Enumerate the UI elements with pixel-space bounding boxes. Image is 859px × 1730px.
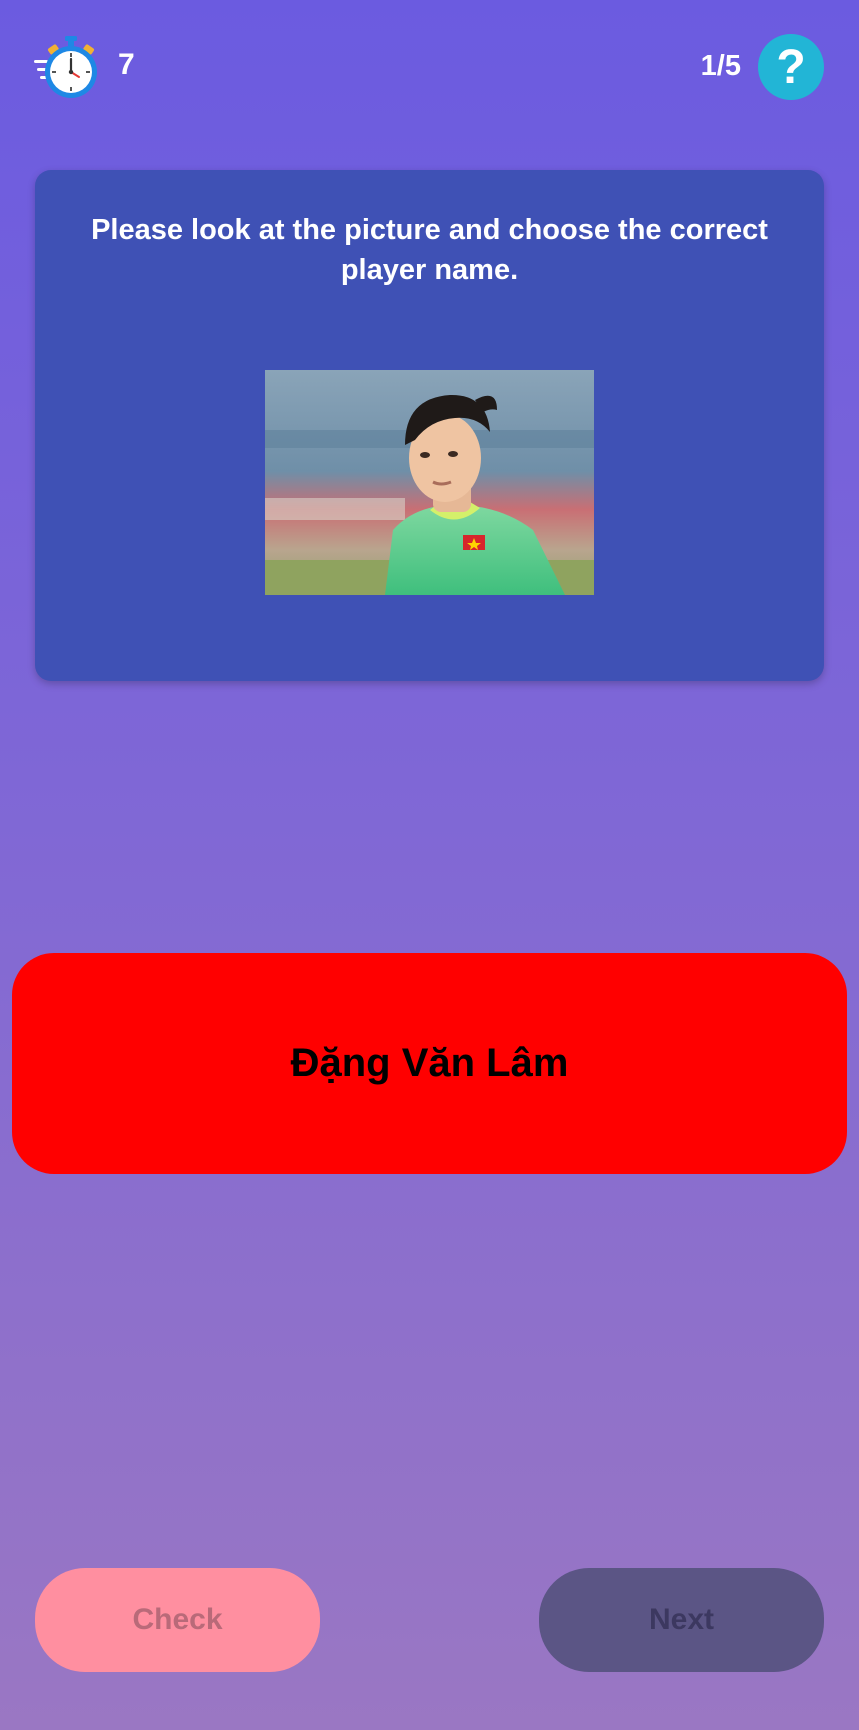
check-button-label: Check xyxy=(132,1603,223,1636)
question-card: Please look at the picture and choose th… xyxy=(35,170,824,681)
question-text: Please look at the picture and choose th… xyxy=(91,214,768,286)
next-button[interactable]: Next xyxy=(539,1568,824,1672)
stopwatch-icon xyxy=(34,34,104,100)
answer-label: Đặng Văn Lâm xyxy=(290,1041,569,1085)
next-button-label: Next xyxy=(648,1603,715,1636)
help-button[interactable]: ? xyxy=(758,34,824,100)
player-photo xyxy=(265,370,594,595)
answer-option[interactable]: Đặng Văn Lâm xyxy=(12,953,847,1174)
question-progress: 1/5 xyxy=(700,50,741,82)
question-mark-icon: ? xyxy=(776,41,806,94)
top-bar: 7 1/5 ? xyxy=(0,0,859,140)
timer-count: 7 xyxy=(118,48,135,81)
check-button[interactable]: Check xyxy=(35,1568,320,1672)
